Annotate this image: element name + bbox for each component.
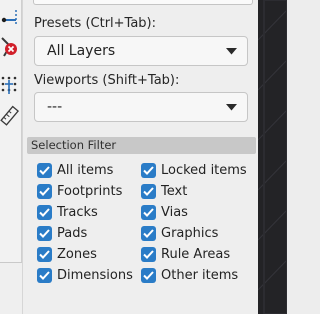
checkbox[interactable] [141, 162, 156, 178]
checkbox[interactable] [37, 246, 52, 262]
toolbar-footer [0, 262, 22, 314]
checkbox[interactable] [37, 225, 52, 241]
checkbox-label: Pads [57, 225, 88, 241]
filter-vias[interactable]: Vias [141, 203, 188, 221]
checkbox[interactable] [141, 183, 156, 199]
delete-icon[interactable] [0, 32, 20, 60]
chevron-down-icon [226, 104, 237, 111]
selection-filter-title: Selection Filter [31, 138, 117, 152]
chevron-down-icon [226, 48, 237, 55]
route-track-icon[interactable] [0, 4, 20, 32]
appearance-panel: Presets (Ctrl+Tab): All Layers Viewports… [22, 0, 258, 314]
filter-footprints[interactable]: Footprints [37, 182, 122, 200]
checkbox-label: Vias [161, 204, 188, 220]
left-toolbar [0, 0, 22, 314]
checkbox-label: Tracks [57, 204, 98, 220]
filter-pads[interactable]: Pads [37, 224, 87, 242]
checkbox[interactable] [37, 183, 52, 199]
checkbox-label: Zones [57, 246, 97, 262]
panel-top-edge [33, 0, 253, 5]
presets-dropdown[interactable]: All Layers [34, 36, 248, 66]
filter-other-items[interactable]: Other items [141, 266, 238, 284]
filter-locked-items[interactable]: Locked items [141, 161, 247, 179]
checkbox[interactable] [37, 204, 52, 220]
viewports-label: Viewports (Shift+Tab): [34, 73, 180, 88]
selection-filter-header: Selection Filter [27, 137, 256, 154]
checkbox-label: Text [161, 183, 188, 199]
filter-tracks[interactable]: Tracks [37, 203, 98, 221]
checkbox[interactable] [141, 225, 156, 241]
filter-zones[interactable]: Zones [37, 245, 97, 263]
presets-label: Presets (Ctrl+Tab): [34, 16, 156, 31]
checkbox-label: Dimensions [57, 267, 133, 283]
viewports-dropdown[interactable]: --- [34, 92, 248, 122]
checkbox[interactable] [37, 267, 52, 283]
filter-rule-areas[interactable]: Rule Areas [141, 245, 230, 263]
checkbox[interactable] [141, 204, 156, 220]
presets-value: All Layers [47, 43, 116, 59]
checkbox-label: Rule Areas [161, 246, 231, 262]
checkbox-label: Graphics [161, 225, 219, 241]
filter-all-items[interactable]: All items [37, 161, 113, 179]
checkbox-label: Other items [161, 267, 239, 283]
canvas-edge [258, 0, 287, 314]
viewports-value: --- [47, 99, 63, 115]
checkbox-label: Footprints [57, 183, 123, 199]
filter-text[interactable]: Text [141, 182, 187, 200]
canvas-pattern [258, 0, 287, 314]
measure-icon[interactable] [0, 102, 20, 130]
checkbox[interactable] [141, 246, 156, 262]
filter-graphics[interactable]: Graphics [141, 224, 218, 242]
grid-icon[interactable] [0, 72, 20, 100]
checkbox[interactable] [141, 267, 156, 283]
checkbox-label: All items [57, 162, 114, 178]
checkbox[interactable] [37, 162, 52, 178]
checkbox-label: Locked items [161, 162, 247, 178]
filter-dimensions[interactable]: Dimensions [37, 266, 133, 284]
